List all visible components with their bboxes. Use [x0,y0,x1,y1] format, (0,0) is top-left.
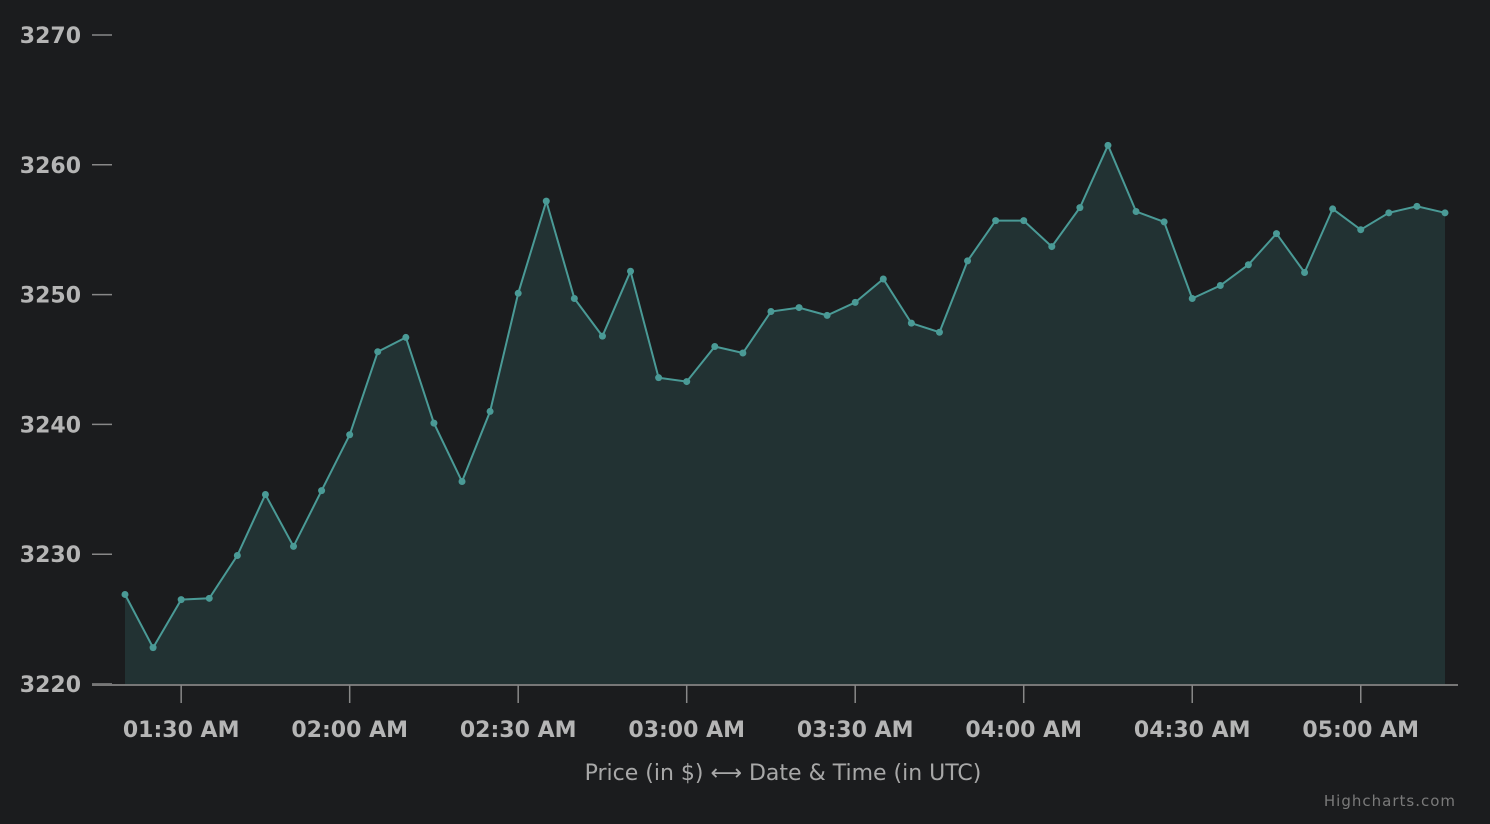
data-point[interactable] [374,348,382,356]
data-point[interactable] [542,197,550,205]
data-point[interactable] [205,594,213,602]
x-axis-title: Price (in $) ⟷ Date & Time (in UTC) [585,761,982,786]
data-point[interactable] [795,304,803,312]
series-area-fill [125,145,1445,685]
data-point[interactable] [655,374,663,382]
data-point[interactable] [1244,261,1252,269]
data-point[interactable] [177,596,185,604]
data-point[interactable] [598,332,606,340]
data-point[interactable] [121,590,129,598]
x-tick-label: 01:30 AM [123,718,240,743]
data-point[interactable] [430,419,438,427]
data-point[interactable] [1048,243,1056,251]
data-point[interactable] [879,275,887,283]
data-point[interactable] [823,311,831,319]
data-point[interactable] [1160,218,1168,226]
data-point[interactable] [1329,205,1337,213]
data-point[interactable] [1385,209,1393,217]
x-tick-label: 03:30 AM [797,718,914,743]
data-point[interactable] [1020,217,1028,225]
data-point[interactable] [1413,202,1421,210]
data-point[interactable] [261,490,269,498]
x-tick-label: 04:30 AM [1134,718,1251,743]
data-point[interactable] [1188,294,1196,302]
data-point[interactable] [739,349,747,357]
y-tick-label: 3220 [20,673,81,698]
x-tick-label: 02:00 AM [291,718,408,743]
data-point[interactable] [907,319,915,327]
data-point[interactable] [767,307,775,315]
y-tick-label: 3230 [20,543,81,568]
data-point[interactable] [1216,282,1224,290]
y-tick-label: 3260 [20,154,81,179]
x-tick-label: 05:00 AM [1302,718,1419,743]
data-point[interactable] [402,333,410,341]
data-point[interactable] [1272,230,1280,238]
data-point[interactable] [318,487,326,495]
data-point[interactable] [486,407,494,415]
data-point[interactable] [346,431,354,439]
data-point[interactable] [992,217,1000,225]
data-point[interactable] [570,294,578,302]
data-point[interactable] [935,328,943,336]
data-point[interactable] [149,644,157,652]
data-point[interactable] [1441,209,1449,217]
data-point[interactable] [683,378,691,386]
data-point[interactable] [1301,269,1309,277]
highcharts-credit-link[interactable]: Highcharts.com [1324,792,1456,810]
data-point[interactable] [964,257,972,265]
y-tick-label: 3250 [20,284,81,309]
data-point[interactable] [1357,226,1365,234]
x-tick-label: 04:00 AM [965,718,1082,743]
x-tick-label: 03:00 AM [628,718,745,743]
data-point[interactable] [233,551,241,559]
data-point[interactable] [627,267,635,275]
data-point[interactable] [1132,208,1140,216]
data-point[interactable] [711,343,719,351]
data-point[interactable] [851,298,859,306]
data-point[interactable] [1076,204,1084,212]
y-tick-label: 3270 [20,24,81,49]
data-point[interactable] [458,478,466,486]
data-point[interactable] [1104,141,1112,149]
x-tick-label: 02:30 AM [460,718,577,743]
data-point[interactable] [290,542,298,550]
y-tick-label: 3240 [20,413,81,438]
data-point[interactable] [514,289,522,297]
price-area-chart: 3220 3230 3240 3250 3260 3270 01:30 AM 02:00 A… [20,24,1458,810]
